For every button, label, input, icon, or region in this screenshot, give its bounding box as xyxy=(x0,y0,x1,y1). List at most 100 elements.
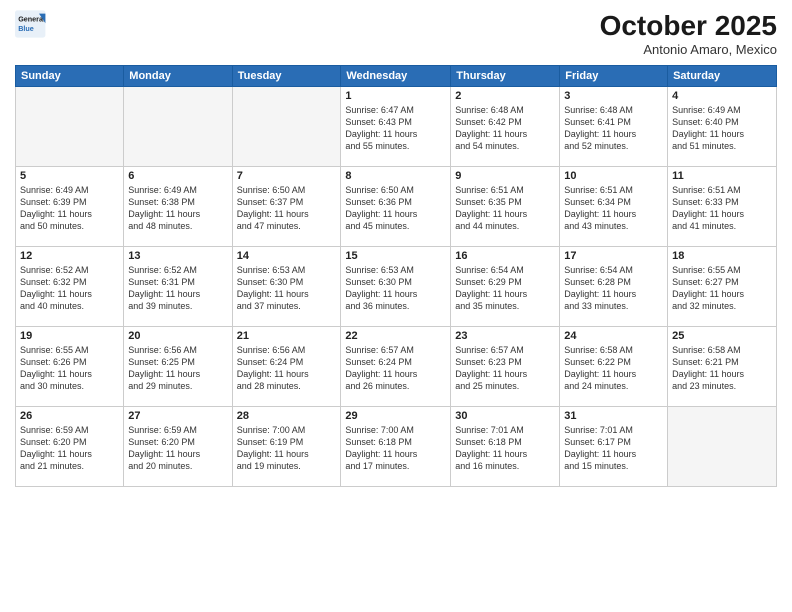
calendar-cell: 9Sunrise: 6:51 AMSunset: 6:35 PMDaylight… xyxy=(451,167,560,247)
cell-info: Sunrise: 6:47 AMSunset: 6:43 PMDaylight:… xyxy=(345,104,446,153)
day-number: 9 xyxy=(455,170,555,182)
calendar-header-monday: Monday xyxy=(124,66,232,87)
header: General Blue October 2025 Antonio Amaro,… xyxy=(15,10,777,57)
day-number: 20 xyxy=(128,330,227,342)
cell-info: Sunrise: 6:53 AMSunset: 6:30 PMDaylight:… xyxy=(345,264,446,313)
day-number: 21 xyxy=(237,330,337,342)
day-number: 13 xyxy=(128,250,227,262)
calendar-cell xyxy=(668,407,777,487)
calendar-week-row: 26 Sunrise: 6:59 AMSunset: 6:20 PMDayligh… xyxy=(16,407,777,487)
calendar-cell: 2 Sunrise: 6:48 AMSunset: 6:42 PMDaylight… xyxy=(451,87,560,167)
calendar-cell: 27Sunrise: 6:59 AMSunset: 6:20 PMDayligh… xyxy=(124,407,232,487)
cell-info: Sunrise: 6:56 AMSunset: 6:24 PMDaylight:… xyxy=(237,344,337,393)
calendar-cell: 4Sunrise: 6:49 AMSunset: 6:40 PMDaylight… xyxy=(668,87,777,167)
day-number: 2 xyxy=(455,90,555,102)
cell-info: Sunrise: 6:48 AMSunset: 6:41 PMDaylight:… xyxy=(564,104,663,153)
day-number: 15 xyxy=(345,250,446,262)
cell-info: Sunrise: 6:50 AMSunset: 6:36 PMDaylight:… xyxy=(345,184,446,233)
calendar-header-row: SundayMondayTuesdayWednesdayThursdayFrid… xyxy=(16,66,777,87)
cell-info: Sunrise: 6:56 AMSunset: 6:25 PMDaylight:… xyxy=(128,344,227,393)
day-number: 10 xyxy=(564,170,663,182)
cell-info: Sunrise: 7:00 AMSunset: 6:18 PMDaylight:… xyxy=(345,424,446,473)
calendar-cell: 3 Sunrise: 6:48 AMSunset: 6:41 PMDaylight… xyxy=(560,87,668,167)
calendar-cell: 15 Sunrise: 6:53 AMSunset: 6:30 PMDayligh… xyxy=(341,247,451,327)
day-number: 24 xyxy=(564,330,663,342)
day-number: 30 xyxy=(455,410,555,422)
cell-info: Sunrise: 6:58 AMSunset: 6:22 PMDaylight:… xyxy=(564,344,663,393)
calendar-cell: 17Sunrise: 6:54 AMSunset: 6:28 PMDayligh… xyxy=(560,247,668,327)
cell-info: Sunrise: 6:57 AMSunset: 6:23 PMDaylight:… xyxy=(455,344,555,393)
day-number: 8 xyxy=(345,170,446,182)
calendar-cell: 20 Sunrise: 6:56 AMSunset: 6:25 PMDayligh… xyxy=(124,327,232,407)
day-number: 26 xyxy=(20,410,119,422)
calendar-header-thursday: Thursday xyxy=(451,66,560,87)
cell-info: Sunrise: 6:49 AMSunset: 6:40 PMDaylight:… xyxy=(672,104,772,153)
cell-info: Sunrise: 6:49 AMSunset: 6:39 PMDaylight:… xyxy=(20,184,119,233)
logo-icon: General Blue xyxy=(15,10,47,38)
calendar-week-row: 12Sunrise: 6:52 AMSunset: 6:32 PMDayligh… xyxy=(16,247,777,327)
month-title: October 2025 xyxy=(600,10,777,42)
day-number: 25 xyxy=(672,330,772,342)
calendar-cell: 7 Sunrise: 6:50 AMSunset: 6:37 PMDaylight… xyxy=(232,167,341,247)
cell-info: Sunrise: 6:51 AMSunset: 6:33 PMDaylight:… xyxy=(672,184,772,233)
cell-info: Sunrise: 6:53 AMSunset: 6:30 PMDaylight:… xyxy=(237,264,337,313)
cell-info: Sunrise: 6:50 AMSunset: 6:37 PMDaylight:… xyxy=(237,184,337,233)
day-number: 6 xyxy=(128,170,227,182)
calendar: SundayMondayTuesdayWednesdayThursdayFrid… xyxy=(15,65,777,487)
logo: General Blue xyxy=(15,10,47,38)
day-number: 23 xyxy=(455,330,555,342)
day-number: 11 xyxy=(672,170,772,182)
calendar-cell: 5Sunrise: 6:49 AMSunset: 6:39 PMDaylight… xyxy=(16,167,124,247)
day-number: 18 xyxy=(672,250,772,262)
calendar-cell: 22Sunrise: 6:57 AMSunset: 6:24 PMDayligh… xyxy=(341,327,451,407)
cell-info: Sunrise: 6:59 AMSunset: 6:20 PMDaylight:… xyxy=(20,424,119,473)
calendar-cell: 25 Sunrise: 6:58 AMSunset: 6:21 PMDayligh… xyxy=(668,327,777,407)
calendar-cell: 18 Sunrise: 6:55 AMSunset: 6:27 PMDayligh… xyxy=(668,247,777,327)
calendar-week-row: 1Sunrise: 6:47 AMSunset: 6:43 PMDaylight… xyxy=(16,87,777,167)
calendar-header-friday: Friday xyxy=(560,66,668,87)
calendar-cell: 26 Sunrise: 6:59 AMSunset: 6:20 PMDayligh… xyxy=(16,407,124,487)
svg-text:Blue: Blue xyxy=(18,24,34,33)
day-number: 14 xyxy=(237,250,337,262)
calendar-cell: 13 Sunrise: 6:52 AMSunset: 6:31 PMDayligh… xyxy=(124,247,232,327)
cell-info: Sunrise: 6:58 AMSunset: 6:21 PMDaylight:… xyxy=(672,344,772,393)
calendar-cell: 8 Sunrise: 6:50 AMSunset: 6:36 PMDaylight… xyxy=(341,167,451,247)
calendar-cell: 1Sunrise: 6:47 AMSunset: 6:43 PMDaylight… xyxy=(341,87,451,167)
day-number: 29 xyxy=(345,410,446,422)
calendar-cell: 24 Sunrise: 6:58 AMSunset: 6:22 PMDayligh… xyxy=(560,327,668,407)
calendar-cell: 30 Sunrise: 7:01 AMSunset: 6:18 PMDayligh… xyxy=(451,407,560,487)
cell-info: Sunrise: 6:54 AMSunset: 6:29 PMDaylight:… xyxy=(455,264,555,313)
calendar-header-saturday: Saturday xyxy=(668,66,777,87)
day-number: 22 xyxy=(345,330,446,342)
calendar-cell: 16 Sunrise: 6:54 AMSunset: 6:29 PMDayligh… xyxy=(451,247,560,327)
day-number: 28 xyxy=(237,410,337,422)
cell-info: Sunrise: 6:59 AMSunset: 6:20 PMDaylight:… xyxy=(128,424,227,473)
day-number: 7 xyxy=(237,170,337,182)
cell-info: Sunrise: 6:54 AMSunset: 6:28 PMDaylight:… xyxy=(564,264,663,313)
cell-info: Sunrise: 6:52 AMSunset: 6:32 PMDaylight:… xyxy=(20,264,119,313)
cell-info: Sunrise: 6:51 AMSunset: 6:34 PMDaylight:… xyxy=(564,184,663,233)
cell-info: Sunrise: 6:52 AMSunset: 6:31 PMDaylight:… xyxy=(128,264,227,313)
title-block: October 2025 Antonio Amaro, Mexico xyxy=(600,10,777,57)
calendar-cell xyxy=(124,87,232,167)
calendar-cell xyxy=(232,87,341,167)
page: General Blue October 2025 Antonio Amaro,… xyxy=(0,0,792,612)
cell-info: Sunrise: 7:00 AMSunset: 6:19 PMDaylight:… xyxy=(237,424,337,473)
calendar-week-row: 5Sunrise: 6:49 AMSunset: 6:39 PMDaylight… xyxy=(16,167,777,247)
cell-info: Sunrise: 6:49 AMSunset: 6:38 PMDaylight:… xyxy=(128,184,227,233)
cell-info: Sunrise: 7:01 AMSunset: 6:18 PMDaylight:… xyxy=(455,424,555,473)
day-number: 3 xyxy=(564,90,663,102)
calendar-cell: 12Sunrise: 6:52 AMSunset: 6:32 PMDayligh… xyxy=(16,247,124,327)
calendar-cell: 21 Sunrise: 6:56 AMSunset: 6:24 PMDayligh… xyxy=(232,327,341,407)
calendar-header-sunday: Sunday xyxy=(16,66,124,87)
cell-info: Sunrise: 6:55 AMSunset: 6:27 PMDaylight:… xyxy=(672,264,772,313)
day-number: 19 xyxy=(20,330,119,342)
day-number: 16 xyxy=(455,250,555,262)
location-subtitle: Antonio Amaro, Mexico xyxy=(600,42,777,57)
cell-info: Sunrise: 6:55 AMSunset: 6:26 PMDaylight:… xyxy=(20,344,119,393)
calendar-header-tuesday: Tuesday xyxy=(232,66,341,87)
cell-info: Sunrise: 6:48 AMSunset: 6:42 PMDaylight:… xyxy=(455,104,555,153)
calendar-cell: 6 Sunrise: 6:49 AMSunset: 6:38 PMDaylight… xyxy=(124,167,232,247)
calendar-cell: 31Sunrise: 7:01 AMSunset: 6:17 PMDayligh… xyxy=(560,407,668,487)
calendar-cell: 28 Sunrise: 7:00 AMSunset: 6:19 PMDayligh… xyxy=(232,407,341,487)
